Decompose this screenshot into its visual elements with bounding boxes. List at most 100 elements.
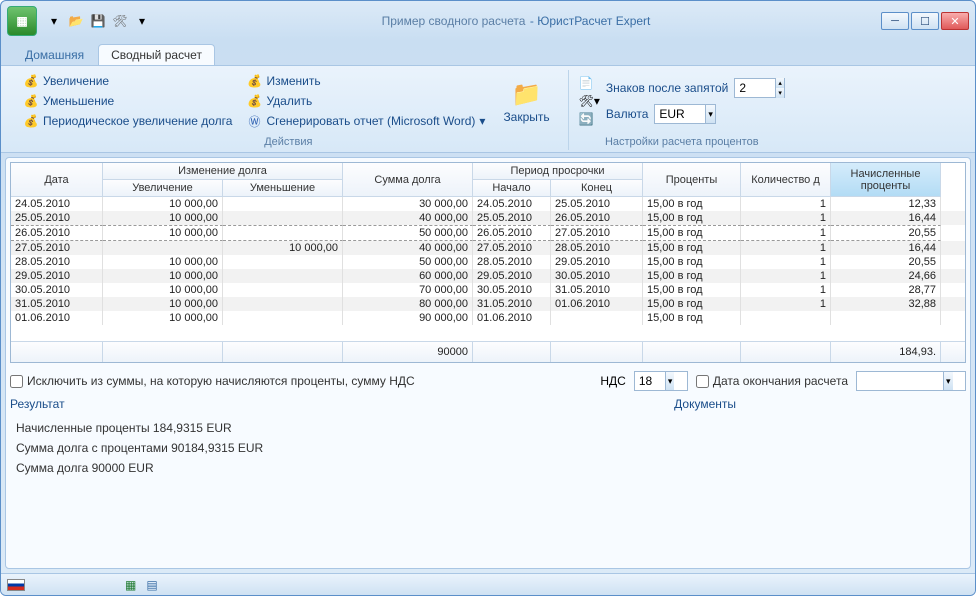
titlebar: ▦ ▾ 📂 💾 🛠 ▾ Пример сводного расчета - Юр… <box>1 1 975 41</box>
tools-icon[interactable]: 🛠 <box>111 12 129 30</box>
save-icon[interactable]: 💾 <box>89 12 107 30</box>
maximize-button[interactable]: ☐ <box>911 12 939 30</box>
decimals-input[interactable] <box>735 81 775 95</box>
col-decrease[interactable]: Уменьшение <box>223 180 343 197</box>
refresh-icon[interactable]: 🔄 <box>579 112 600 126</box>
doc-icon[interactable]: ▤ <box>146 578 157 592</box>
col-end[interactable]: Конец <box>551 180 643 197</box>
app-menu-button[interactable]: ▦ <box>7 6 37 36</box>
col-accrued[interactable]: Начисленные проценты <box>831 163 941 197</box>
cell: 16,44 <box>831 211 941 225</box>
generate-report-button[interactable]: ⓌСгенерировать отчет (Microsoft Word) ▾ <box>242 112 489 130</box>
spin-down-icon[interactable]: ▾ <box>775 88 784 98</box>
close-button[interactable]: ✕ <box>941 12 969 30</box>
cell: 16,44 <box>831 241 941 255</box>
col-increase[interactable]: Увеличение <box>103 180 223 197</box>
table-row[interactable]: 24.05.201010 000,0030 000,0024.05.201025… <box>11 197 965 211</box>
col-debt-change[interactable]: Изменение долга <box>103 163 343 180</box>
col-start[interactable]: Начало <box>473 180 551 197</box>
table-row[interactable]: 28.05.201010 000,0050 000,0028.05.201029… <box>11 255 965 269</box>
cell: 80 000,00 <box>343 297 473 311</box>
cell: 12,33 <box>831 197 941 211</box>
increase-button[interactable]: 💰Увеличение <box>19 72 236 90</box>
cell: 28.05.2010 <box>551 241 643 255</box>
cell <box>223 283 343 297</box>
currency-input[interactable] <box>655 107 705 121</box>
tab-home[interactable]: Домашняя <box>13 45 96 65</box>
delete-button[interactable]: 💰Удалить <box>242 92 489 110</box>
edit-button[interactable]: 💰Изменить <box>242 72 489 90</box>
cell: 30.05.2010 <box>11 283 103 297</box>
cell: 28.05.2010 <box>473 255 551 269</box>
cell: 15,00 в год <box>643 225 741 241</box>
group-settings-label: Настройки расчета процентов <box>579 134 785 148</box>
cell: 1 <box>741 241 831 255</box>
end-date-input[interactable] <box>696 375 709 388</box>
exclude-vat-input[interactable] <box>10 375 23 388</box>
cell: 26.05.2010 <box>11 225 103 241</box>
cell: 10 000,00 <box>103 197 223 211</box>
increase-icon: 💰 <box>23 73 39 89</box>
result-line-1: Начисленные проценты 184,9315 EUR <box>16 421 966 435</box>
tab-summary[interactable]: Сводный расчет <box>98 44 215 65</box>
chevron-down-icon[interactable]: ▾ <box>665 372 675 390</box>
exclude-vat-checkbox[interactable]: Исключить из суммы, на которую начисляют… <box>10 374 415 388</box>
col-overdue[interactable]: Период просрочки <box>473 163 643 180</box>
minimize-button[interactable]: ─ <box>881 12 909 30</box>
end-date-checkbox[interactable]: Дата окончания расчета <box>696 374 848 388</box>
cell: 01.06.2010 <box>473 311 551 325</box>
qat-more-icon[interactable]: ▾ <box>133 12 151 30</box>
spin-up-icon[interactable]: ▴ <box>775 78 784 88</box>
decimals-spinner[interactable]: ▴▾ <box>734 78 785 98</box>
chevron-down-icon[interactable]: ▾ <box>943 372 953 390</box>
table-row[interactable]: 27.05.201010 000,0040 000,0027.05.201028… <box>11 241 965 255</box>
cell: 26.05.2010 <box>551 211 643 225</box>
cell: 25.05.2010 <box>551 197 643 211</box>
col-interest[interactable]: Проценты <box>643 163 741 197</box>
open-icon[interactable]: 📂 <box>67 12 85 30</box>
cell <box>223 297 343 311</box>
table-row[interactable]: 30.05.201010 000,0070 000,0030.05.201031… <box>11 283 965 297</box>
cell: 10 000,00 <box>103 311 223 325</box>
table-row[interactable]: 01.06.201010 000,0090 000,0001.06.201015… <box>11 311 965 325</box>
cell: 24.05.2010 <box>11 197 103 211</box>
col-debt-sum[interactable]: Сумма долга <box>343 163 473 197</box>
end-date-field[interactable] <box>857 374 943 388</box>
page-setup-icon[interactable]: 📄 <box>579 76 600 90</box>
chevron-down-icon: ▾ <box>479 114 485 128</box>
cell: 1 <box>741 297 831 311</box>
cell: 29.05.2010 <box>551 255 643 269</box>
vat-combo[interactable]: ▾ <box>634 371 688 391</box>
vat-label: НДС <box>600 374 625 388</box>
table-row[interactable]: 29.05.201010 000,0060 000,0029.05.201030… <box>11 269 965 283</box>
vat-input[interactable] <box>635 374 665 388</box>
table-row[interactable]: 31.05.201010 000,0080 000,0031.05.201001… <box>11 297 965 311</box>
data-grid[interactable]: Дата Изменение долга Увеличение Уменьшен… <box>10 162 966 363</box>
tools-small-icon[interactable]: 🛠▾ <box>579 94 600 108</box>
qat-dropdown-icon[interactable]: ▾ <box>45 12 63 30</box>
word-icon: Ⓦ <box>246 113 262 129</box>
col-qty[interactable]: Количество д <box>741 163 831 197</box>
periodic-increase-button[interactable]: 💰Периодическое увеличение долга <box>19 112 236 130</box>
result-line-3: Сумма долга 90000 EUR <box>16 461 966 475</box>
decrease-button[interactable]: 💰Уменьшение <box>19 92 236 110</box>
language-flag-icon[interactable] <box>7 579 25 591</box>
cell: 31.05.2010 <box>551 283 643 297</box>
cell: 01.06.2010 <box>11 311 103 325</box>
window-title: Пример сводного расчета - ЮристРасчет Ex… <box>151 12 881 30</box>
excel-icon[interactable]: ▦ <box>125 578 136 592</box>
end-date-combo[interactable]: ▾ <box>856 371 966 391</box>
col-date[interactable]: Дата <box>11 163 103 197</box>
cell <box>103 241 223 255</box>
currency-combo[interactable]: ▾ <box>654 104 716 124</box>
documents-section-label: Документы <box>674 397 736 411</box>
chevron-down-icon[interactable]: ▾ <box>705 105 715 123</box>
cell: 28,77 <box>831 283 941 297</box>
cell: 1 <box>741 197 831 211</box>
table-row[interactable]: 26.05.201010 000,0050 000,0026.05.201027… <box>11 225 965 241</box>
close-tab-button[interactable]: 📁 Закрыть <box>495 72 557 130</box>
cell: 10 000,00 <box>103 297 223 311</box>
result-line-2: Сумма долга с процентами 90184,9315 EUR <box>16 441 966 455</box>
edit-icon: 💰 <box>246 73 262 89</box>
table-row[interactable]: 25.05.201010 000,0040 000,0025.05.201026… <box>11 211 965 225</box>
